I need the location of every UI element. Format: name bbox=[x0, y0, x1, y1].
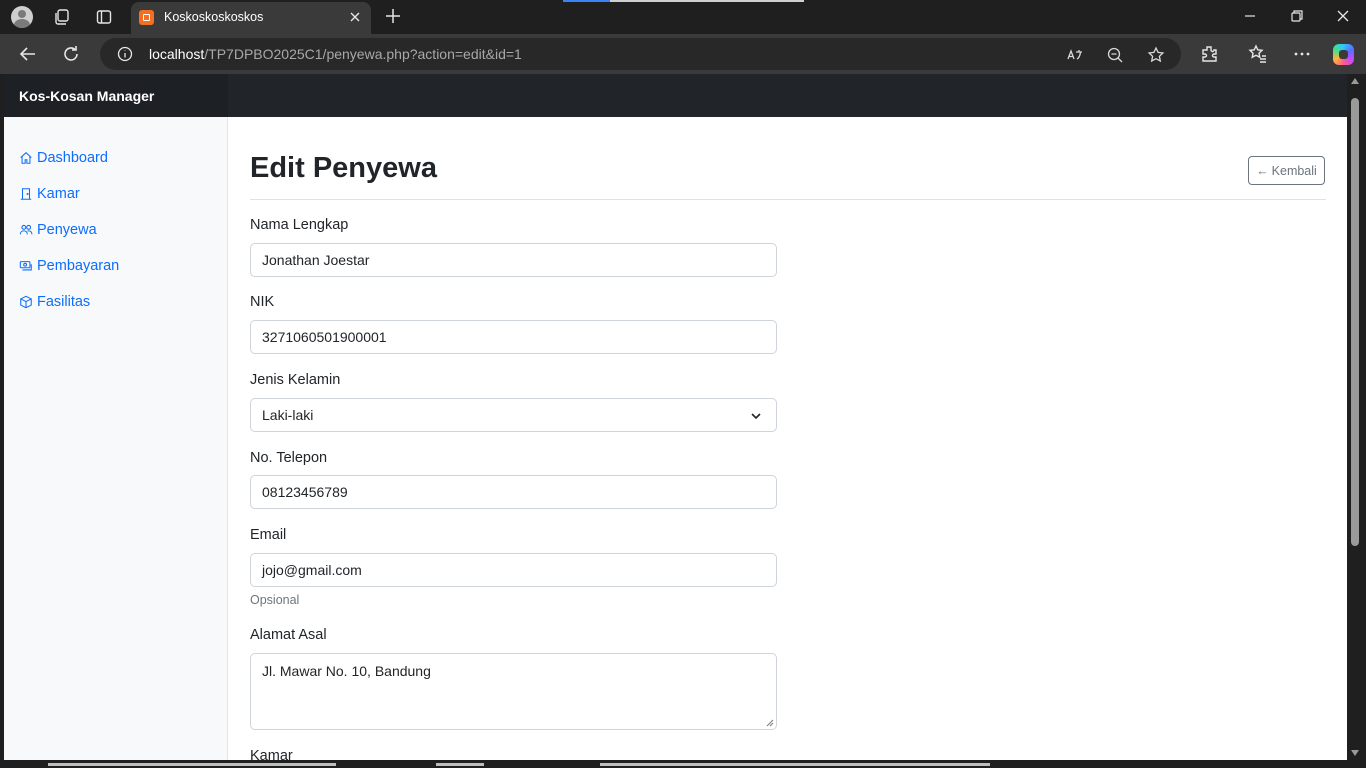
sidebar-nav: Dashboard Kamar Penyewa Pembayaran Fasil… bbox=[19, 140, 119, 320]
nik-input[interactable]: 3271060501900001 bbox=[250, 320, 777, 354]
sidebar-item-dashboard[interactable]: Dashboard bbox=[19, 140, 119, 176]
minimize-icon[interactable] bbox=[1242, 8, 1258, 24]
tab-close-icon[interactable] bbox=[347, 9, 363, 25]
browser-tab-active[interactable]: Koskoskoskoskos bbox=[131, 2, 371, 34]
workspaces-icon[interactable] bbox=[51, 6, 73, 28]
close-window-icon[interactable] bbox=[1335, 8, 1351, 24]
sidebar-item-pembayaran[interactable]: Pembayaran bbox=[19, 248, 119, 284]
strip-segment bbox=[436, 763, 484, 766]
tab-actions-icon[interactable] bbox=[93, 6, 115, 28]
jenis-kelamin-selected: Laki-laki bbox=[262, 407, 314, 423]
translate-icon[interactable] bbox=[1066, 46, 1084, 64]
xampp-favicon-icon bbox=[139, 10, 154, 25]
back-button[interactable]: ← Kembali bbox=[1248, 156, 1325, 185]
alamat-label: Alamat Asal bbox=[250, 627, 327, 643]
nama-input[interactable]: Jonathan Joestar bbox=[250, 243, 777, 277]
profile-avatar-icon[interactable] bbox=[11, 6, 33, 28]
telepon-input[interactable]: 08123456789 bbox=[250, 475, 777, 509]
box-icon bbox=[20, 295, 32, 309]
people-icon bbox=[19, 224, 33, 235]
kamar-label: Kamar bbox=[250, 748, 293, 760]
browser-toolbar: localhost/TP7DPBO2025C1/penyewa.php?acti… bbox=[0, 34, 1366, 74]
arrow-left-icon: ← bbox=[1256, 163, 1269, 178]
alamat-textarea[interactable]: Jl. Mawar No. 10, Bandung bbox=[250, 653, 777, 730]
back-icon[interactable] bbox=[18, 44, 38, 64]
sidebar-item-label: Fasilitas bbox=[37, 294, 91, 310]
sidebar-item-kamar[interactable]: Kamar bbox=[19, 176, 119, 212]
email-input[interactable]: jojo@gmail.com bbox=[250, 553, 777, 587]
restore-icon[interactable] bbox=[1289, 8, 1305, 24]
address-bar[interactable]: localhost/TP7DPBO2025C1/penyewa.php?acti… bbox=[100, 38, 1181, 70]
extensions-icon[interactable] bbox=[1199, 44, 1219, 64]
chevron-down-icon bbox=[751, 413, 761, 420]
refresh-icon[interactable] bbox=[61, 44, 81, 64]
sidebar-item-label: Kamar bbox=[37, 186, 80, 202]
email-help-text: Opsional bbox=[250, 593, 300, 607]
page-title: Edit Penyewa bbox=[250, 152, 437, 184]
jenis-kelamin-select[interactable]: Laki-laki bbox=[250, 398, 777, 432]
alamat-value: Jl. Mawar No. 10, Bandung bbox=[262, 663, 431, 679]
favorites-icon[interactable] bbox=[1248, 44, 1268, 64]
telepon-label: No. Telepon bbox=[250, 450, 328, 466]
tab-title: Koskoskoskoskos bbox=[164, 10, 264, 24]
back-button-label: Kembali bbox=[1271, 163, 1317, 178]
app-brand[interactable]: Kos-Kosan Manager bbox=[4, 74, 228, 117]
loading-progress-bar bbox=[563, 0, 804, 2]
browser-tab-bar: Koskoskoskoskos bbox=[0, 0, 1366, 34]
sidebar-item-penyewa[interactable]: Penyewa bbox=[19, 212, 119, 248]
scroll-up-icon[interactable] bbox=[1351, 78, 1359, 84]
new-tab-icon[interactable] bbox=[384, 7, 402, 25]
nama-label: Nama Lengkap bbox=[250, 217, 349, 233]
scroll-thumb[interactable] bbox=[1351, 98, 1359, 546]
sidebar-item-fasilitas[interactable]: Fasilitas bbox=[19, 284, 119, 320]
jenis-kelamin-label: Jenis Kelamin bbox=[250, 372, 341, 388]
favorite-star-icon[interactable] bbox=[1147, 46, 1165, 64]
top-navbar bbox=[228, 74, 1347, 117]
more-menu-icon[interactable] bbox=[1292, 44, 1312, 64]
strip-segment bbox=[600, 763, 990, 766]
email-label: Email bbox=[250, 527, 287, 543]
sidebar-item-label: Penyewa bbox=[37, 222, 97, 238]
title-divider bbox=[250, 199, 1326, 200]
door-icon bbox=[20, 188, 32, 200]
taskbar-strip bbox=[0, 760, 1366, 768]
house-icon bbox=[20, 152, 32, 164]
resize-handle-icon[interactable] bbox=[766, 719, 774, 727]
url-text[interactable]: localhost/TP7DPBO2025C1/penyewa.php?acti… bbox=[149, 46, 522, 62]
copilot-icon[interactable] bbox=[1333, 44, 1354, 65]
page-viewport: Kos-Kosan Manager Dashboard Kamar Penyew… bbox=[4, 74, 1347, 760]
site-info-icon[interactable] bbox=[117, 46, 133, 62]
vertical-scrollbar[interactable] bbox=[1348, 74, 1362, 760]
sidebar-item-label: Pembayaran bbox=[37, 258, 120, 274]
zoom-out-icon[interactable] bbox=[1106, 46, 1124, 64]
sidebar-item-label: Dashboard bbox=[37, 150, 108, 166]
scroll-down-icon[interactable] bbox=[1351, 750, 1359, 756]
sidebar: Kos-Kosan Manager Dashboard Kamar Penyew… bbox=[4, 74, 228, 760]
cash-icon bbox=[19, 261, 32, 271]
nik-label: NIK bbox=[250, 294, 275, 310]
strip-segment bbox=[48, 763, 336, 766]
